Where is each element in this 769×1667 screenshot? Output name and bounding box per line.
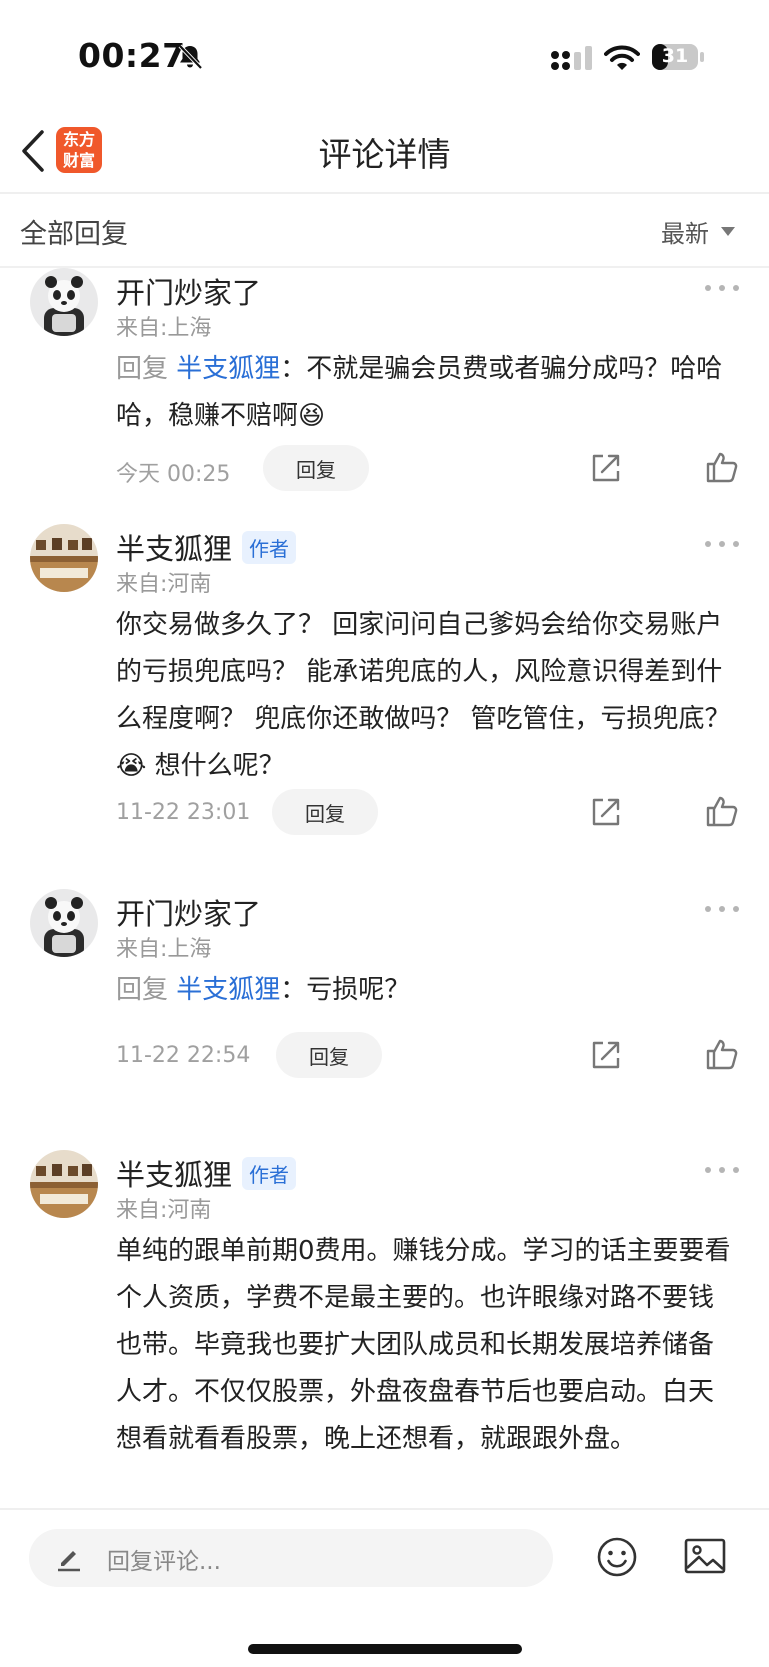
location-label: 来自:上海: [116, 316, 212, 341]
comment-text: 你交易做多久了？ 回家问问自己爹妈会给你交易账户的亏损兜底吗？ 能承诺兜底的人，…: [116, 610, 731, 781]
more-dots-icon[interactable]: [705, 280, 739, 296]
thumbs-up-icon[interactable]: [705, 794, 739, 828]
author-badge: 作者: [242, 1156, 297, 1190]
wifi-icon: [604, 45, 640, 70]
fox-avatar-image: [30, 524, 98, 592]
avatar[interactable]: [30, 524, 98, 592]
location-label: 来自:河南: [116, 1198, 212, 1223]
reply-button[interactable]: 回复: [272, 789, 378, 835]
logo-line-1: 东方: [62, 130, 95, 149]
share-icon[interactable]: [589, 795, 623, 829]
location-label: 来自:河南: [116, 572, 212, 597]
username[interactable]: 半支狐狸 作者: [116, 526, 297, 568]
app-logo[interactable]: 东方 财富: [56, 127, 102, 173]
username-text: 半支狐狸: [116, 532, 233, 566]
reply-prefix: 回复: [116, 975, 177, 1005]
avatar[interactable]: [30, 889, 98, 957]
avatar[interactable]: [30, 268, 98, 336]
username-text: 开门炒家了: [116, 276, 262, 310]
image-icon[interactable]: [683, 1536, 727, 1576]
sort-bar: 全部回复 最新: [0, 194, 769, 268]
more-dots-icon[interactable]: [705, 536, 739, 552]
all-replies-heading: 全部回复: [20, 219, 128, 250]
avatar[interactable]: [30, 1150, 98, 1218]
thumbs-up-icon[interactable]: [705, 450, 739, 484]
comment-item: 开门炒家了 来自:上海 回复 半支狐狸：亏损呢？ 11-22 22:54 回复: [0, 889, 769, 1089]
comment-item: 半支狐狸 作者 来自:河南 你交易做多久了？ 回家问问自己爹妈会给你交易账户的亏…: [0, 524, 769, 864]
page-title: 评论详情: [318, 135, 451, 174]
timestamp: 今天 00:25: [116, 462, 231, 487]
mention-link[interactable]: 半支狐狸: [176, 354, 280, 384]
more-dots-icon[interactable]: [705, 901, 739, 917]
reply-input-placeholder: 回复评论...: [107, 1549, 221, 1575]
colon: ：: [280, 354, 307, 384]
comment-body: 你交易做多久了？ 回家问问自己爹妈会给你交易账户的亏损兜底吗？ 能承诺兜底的人，…: [116, 602, 736, 790]
reply-input[interactable]: 回复评论...: [29, 1529, 553, 1587]
comment-item: 开门炒家了 来自:上海 回复 半支狐狸：不就是骗会员费或者骗分成吗？哈哈哈，稳赚…: [0, 268, 769, 498]
mention-link[interactable]: 半支狐狸: [176, 975, 280, 1005]
nav-bar: 评论详情 东方 财富: [0, 110, 769, 194]
fox-avatar-image: [30, 1150, 98, 1218]
sort-label: 最新: [661, 220, 709, 248]
bottom-bar: 回复评论...: [0, 1508, 769, 1667]
reply-button[interactable]: 回复: [276, 1032, 382, 1078]
username-text: 半支狐狸: [116, 1158, 233, 1192]
username-text: 开门炒家了: [116, 897, 262, 931]
bell-muted-icon: [178, 44, 203, 70]
comment-body: 回复 半支狐狸：亏损呢？: [116, 967, 736, 1014]
share-icon[interactable]: [589, 451, 623, 485]
comment-item: 半支狐狸 作者 来自:河南 单纯的跟单前期0费用。赚钱分成。学习的话主要要看个人…: [0, 1150, 769, 1506]
caret-down-icon: [721, 227, 735, 236]
panda-avatar-image: [30, 889, 98, 957]
username[interactable]: 半支狐狸 作者: [116, 1152, 297, 1194]
comment-text: 亏损呢？: [306, 975, 411, 1005]
status-time: 00:27: [78, 36, 186, 75]
timestamp: 11-22 22:54: [116, 1043, 251, 1068]
comment-body: 单纯的跟单前期0费用。赚钱分成。学习的话主要要看个人资质，学费不是最主要的。也许…: [116, 1228, 736, 1463]
thumbs-up-icon[interactable]: [705, 1037, 739, 1071]
chevron-left-icon[interactable]: [14, 128, 50, 174]
panda-avatar-image: [30, 268, 98, 336]
timestamp: 11-22 23:01: [116, 800, 251, 825]
pen-icon: [58, 1551, 80, 1572]
logo-line-2: 财富: [62, 151, 95, 170]
emoji-icon[interactable]: [596, 1536, 638, 1578]
comment-text: 单纯的跟单前期0费用。赚钱分成。学习的话主要要看个人资质，学费不是最主要的。也许…: [116, 1236, 731, 1454]
reply-prefix: 回复: [116, 354, 177, 384]
status-bar: 00:27 31: [0, 0, 769, 110]
reply-button[interactable]: 回复: [263, 445, 369, 491]
more-dots-icon[interactable]: [705, 1162, 739, 1178]
username[interactable]: 开门炒家了: [116, 891, 261, 933]
author-badge: 作者: [242, 530, 297, 564]
share-icon[interactable]: [589, 1038, 623, 1072]
comment-body: 回复 半支狐狸：不就是骗会员费或者骗分成吗？哈哈哈，稳赚不赔啊😆: [116, 346, 736, 440]
username[interactable]: 开门炒家了: [116, 270, 261, 312]
battery-level-text: 31: [661, 45, 689, 67]
home-indicator: [248, 1644, 522, 1654]
location-label: 来自:上海: [116, 937, 212, 962]
colon: ：: [280, 975, 307, 1005]
sort-dropdown[interactable]: 最新: [661, 214, 735, 249]
cellular-signal-icon: [551, 46, 592, 70]
